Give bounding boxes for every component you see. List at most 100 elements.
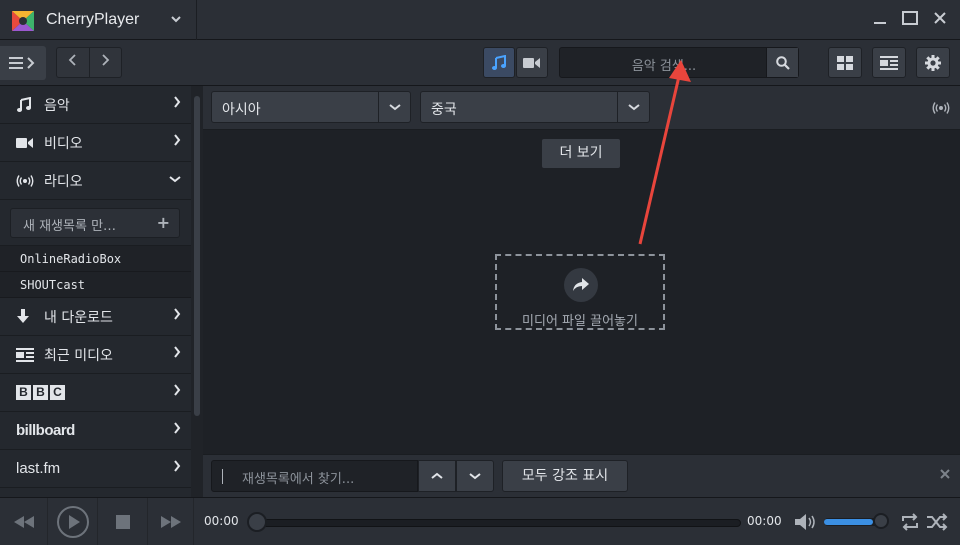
sidebar-item-music[interactable]: 음악 [0,86,191,124]
new-playlist-button[interactable]: 새 재생목록 만… + [10,208,180,238]
chevron-down-icon[interactable] [378,92,410,122]
sidebar-item-bbc[interactable]: B B C [0,374,191,412]
grid-view-button[interactable] [828,47,862,78]
sidebar-item-billboard[interactable]: billboard [0,412,191,450]
player-bar: 00:00 00:00 [0,497,960,545]
lastfm-logo: last.fm [16,460,61,477]
billboard-logo: billboard [16,422,75,439]
sidebar-item-label: 음악 [44,97,70,114]
sidebar-item-label: 비디오 [44,135,83,152]
media-drop-zone[interactable]: 미디어 파일 끌어놓기 [495,254,665,330]
chevron-down-icon [469,473,481,480]
region-dropdown[interactable]: 아시아 [211,91,411,123]
chevron-up-icon [431,472,443,479]
more-button[interactable]: 더 보기 [541,138,621,169]
chevron-right-icon [173,308,181,324]
main-toolbar: 음악 검색... [0,40,960,86]
radio-source-shoutcast[interactable]: SHOUTcast [0,272,191,298]
search-input[interactable]: 음악 검색... [560,55,768,74]
sidebar-item-label: 라디오 [44,173,83,190]
forward-button[interactable] [90,48,122,77]
sidebar-item-label: 최근 미디오 [44,347,113,364]
radio-broadcast-icon[interactable] [932,102,950,114]
sidebar: 음악 비디오 라디오 새 재생목록 만… + OnlineRadioBox SH… [0,86,191,497]
list-view-button[interactable] [872,47,906,78]
video-camera-icon [523,57,540,68]
find-next-button[interactable] [456,460,494,492]
title-bar: CherryPlayer [0,0,960,40]
close-button[interactable] [930,10,950,30]
total-time: 00:00 [747,514,782,528]
radio-source-onlineradiobox[interactable]: OnlineRadioBox [0,246,191,272]
highlight-all-button[interactable]: 모두 강조 표시 [502,460,628,492]
music-note-icon [16,96,36,113]
playlist-find-bar: 재생목록에서 찾기... 모두 강조 표시 [203,454,960,497]
share-arrow-icon [564,268,598,302]
sidebar-scrollbar[interactable] [191,86,203,497]
stop-button[interactable] [98,498,148,545]
music-search-box[interactable]: 음악 검색... [559,47,799,78]
seek-bar[interactable] [258,519,741,527]
music-mode-button[interactable] [483,47,515,78]
search-icon [775,55,790,70]
chevron-right-icon [173,96,181,112]
video-mode-button[interactable] [516,47,548,78]
bbc-logo: B B C [16,385,65,400]
download-arrow-icon [16,308,36,325]
back-button[interactable] [57,48,90,77]
title-separator [196,0,197,40]
chevron-down-icon[interactable] [617,92,649,122]
maximize-button[interactable] [900,10,920,30]
app-menu-chevron-icon[interactable] [170,13,182,28]
region-value: 아시아 [222,102,261,118]
play-icon [56,506,89,538]
country-value: 중국 [431,102,457,118]
history-nav [56,47,122,78]
find-previous-button[interactable] [418,460,456,492]
play-button[interactable] [48,498,98,545]
chevron-right-icon [173,384,181,400]
volume-icon[interactable] [795,514,817,530]
list-layout-icon [880,55,898,70]
chevron-right-icon [173,346,181,362]
search-button[interactable] [766,48,798,77]
volume-knob[interactable] [873,513,889,529]
chevron-down-icon [169,172,181,187]
sidebar-item-recent-media[interactable]: 최근 미디오 [0,336,191,374]
settings-button[interactable] [916,47,950,78]
gear-icon [925,54,941,71]
sidebar-toggle-button[interactable] [0,46,46,80]
rewind-icon [13,516,34,528]
sidebar-item-video[interactable]: 비디오 [0,124,191,162]
country-dropdown[interactable]: 중국 [420,91,650,123]
seek-knob[interactable] [247,512,267,532]
radio-broadcast-icon [16,174,36,187]
next-track-button[interactable] [148,498,194,545]
recent-media-icon [16,347,36,362]
minimize-button[interactable] [870,10,890,30]
sidebar-item-lastfm[interactable]: last.fm [0,450,191,488]
music-note-icon [492,54,506,70]
current-time: 00:00 [204,514,239,528]
previous-track-button[interactable] [0,498,48,545]
grid-icon [837,55,853,70]
sidebar-item-radio[interactable]: 라디오 [0,162,191,200]
playlist-search-input[interactable]: 재생목록에서 찾기... [211,460,418,492]
close-find-icon[interactable] [940,467,950,483]
app-title: CherryPlayer [46,11,140,28]
drop-zone-label: 미디어 파일 끌어놓기 [522,314,638,329]
sidebar-item-label: 내 다운로드 [44,309,113,326]
playlist-search-placeholder: 재생목록에서 찾기... [242,472,355,487]
content-area: 더 보기 미디어 파일 끌어놓기 [203,130,960,454]
shuffle-icon[interactable] [927,513,949,531]
fast-forward-icon [160,516,181,528]
scrollbar-thumb[interactable] [194,96,200,416]
repeat-icon[interactable] [900,513,920,531]
chevron-right-icon [173,134,181,150]
new-playlist-row: 새 재생목록 만… + [0,200,191,246]
video-camera-icon [16,137,36,149]
sidebar-item-downloads[interactable]: 내 다운로드 [0,298,191,336]
stop-icon [115,515,130,529]
new-playlist-label: 새 재생목록 만… [23,219,117,234]
chevron-right-icon [173,460,181,476]
